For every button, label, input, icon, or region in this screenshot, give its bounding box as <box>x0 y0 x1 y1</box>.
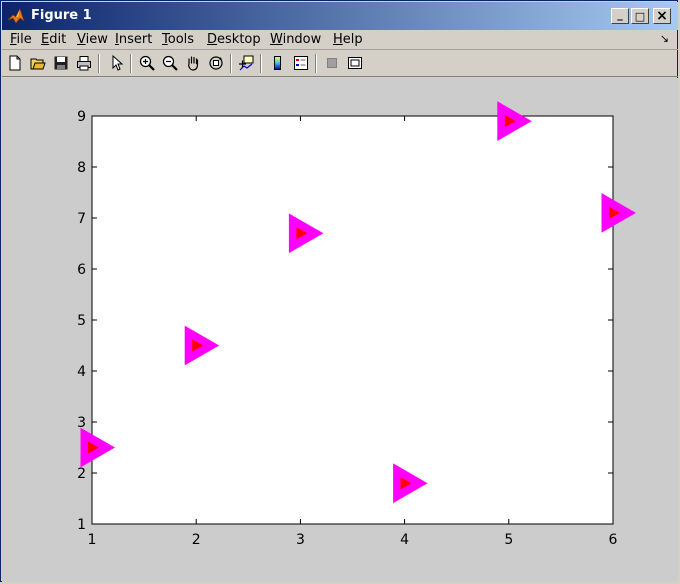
zoom-in-icon[interactable] <box>137 53 157 73</box>
y-tick-label: 7 <box>77 211 86 227</box>
x-tick-labels: 1 2 3 4 5 6 <box>88 532 618 548</box>
x-tick-label: 4 <box>400 532 409 548</box>
figure-toolbar <box>2 51 678 77</box>
window-title: Figure 1 <box>31 8 92 23</box>
edit-plot-arrow-icon[interactable] <box>107 53 127 73</box>
x-tick-label: 5 <box>504 532 513 548</box>
y-tick-label: 4 <box>77 364 86 380</box>
toolbar-separator <box>260 54 262 73</box>
figure-canvas: 1 2 3 4 5 6 1 2 3 4 5 6 7 8 9 <box>2 78 678 582</box>
menu-edit[interactable]: Edit <box>41 32 66 47</box>
open-file-icon[interactable] <box>28 53 48 73</box>
matlab-logo-icon <box>7 8 25 24</box>
colorbar-icon[interactable] <box>268 53 288 73</box>
print-icon[interactable] <box>74 53 94 73</box>
menu-help[interactable]: Help <box>333 32 363 47</box>
x-tick-label: 2 <box>192 532 201 548</box>
menu-insert[interactable]: Insert <box>115 32 152 47</box>
zoom-out-icon[interactable] <box>160 53 180 73</box>
scatter-chart: 1 2 3 4 5 6 1 2 3 4 5 6 7 8 9 <box>77 101 637 548</box>
menu-window[interactable]: Window <box>270 32 321 47</box>
minimize-icon: _ <box>617 7 623 21</box>
legend-icon[interactable] <box>291 53 311 73</box>
toolbar-separator <box>130 54 132 73</box>
data-cursor-icon[interactable] <box>236 53 256 73</box>
x-tick-label: 3 <box>296 532 305 548</box>
menu-overflow-icon[interactable]: ↘ <box>660 32 669 45</box>
pan-hand-icon[interactable] <box>183 53 203 73</box>
toolbar-separator <box>230 54 232 73</box>
toolbar-separator <box>98 54 100 73</box>
figure-window: Figure 1 _ □ × File Edit View Insert Too… <box>0 0 678 582</box>
save-icon[interactable] <box>51 53 71 73</box>
x-tick-label: 6 <box>609 532 618 548</box>
y-tick-label: 9 <box>77 109 86 125</box>
minimize-button[interactable]: _ <box>611 8 629 24</box>
close-button[interactable]: × <box>653 8 671 24</box>
title-bar[interactable]: Figure 1 _ □ × <box>2 2 678 30</box>
y-tick-label: 1 <box>77 517 86 533</box>
close-icon: × <box>656 8 668 24</box>
data-point-marker <box>601 193 637 233</box>
y-tick-label: 8 <box>77 160 86 176</box>
menu-desktop[interactable]: Desktop <box>207 32 261 47</box>
y-tick-label: 2 <box>77 466 86 482</box>
y-tick-label: 5 <box>77 313 86 329</box>
x-tick-label: 1 <box>88 532 97 548</box>
rotate-3d-icon[interactable] <box>206 53 226 73</box>
menu-tools[interactable]: Tools <box>162 32 194 47</box>
new-figure-icon[interactable] <box>5 53 25 73</box>
y-tick-label: 6 <box>77 262 86 278</box>
hide-plot-tools-icon[interactable] <box>322 53 342 73</box>
menu-view[interactable]: View <box>77 32 108 47</box>
y-tick-labels: 123456789 <box>77 109 86 533</box>
toolbar-separator <box>315 54 317 73</box>
maximize-icon: □ <box>634 9 646 23</box>
menu-bar: File Edit View Insert Tools Desktop Wind… <box>2 30 678 50</box>
menu-file[interactable]: File <box>10 32 32 47</box>
show-plot-tools-icon[interactable] <box>345 53 365 73</box>
maximize-button[interactable]: □ <box>631 8 649 24</box>
axes-background <box>91 115 614 525</box>
